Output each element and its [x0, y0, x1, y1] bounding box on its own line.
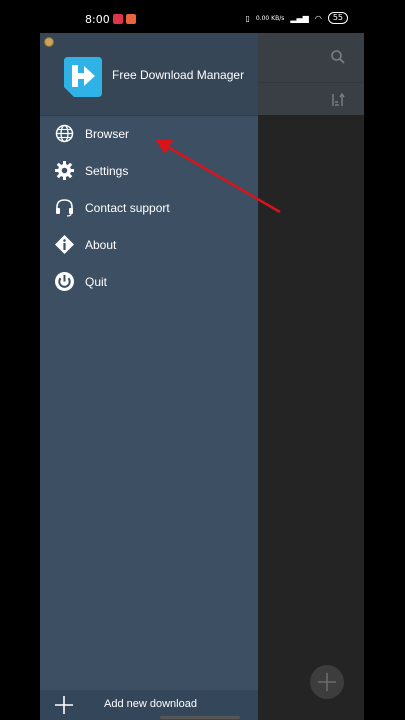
- menu-label-browser: Browser: [85, 127, 130, 141]
- drawer-menu: Browser Settings Contact support About Q…: [40, 115, 258, 300]
- wifi-icon: ◠: [314, 13, 322, 23]
- globe-icon: [55, 124, 74, 143]
- net-speed: 0.00 KB/s: [255, 14, 285, 22]
- menu-label-settings: Settings: [85, 164, 129, 178]
- plus-icon: [55, 696, 73, 714]
- navigation-drawer: Free Download Manager Browser Settings C…: [40, 33, 258, 720]
- sort-icon[interactable]: [330, 92, 346, 108]
- menu-item-quit[interactable]: Quit: [40, 263, 258, 300]
- drawer-header: Free Download Manager: [40, 33, 258, 116]
- home-indicator: [160, 716, 240, 719]
- status-bar: 8:00 ▯ 0.00 KB/s ▂▄▆ ◠ 55: [40, 0, 364, 33]
- gear-icon: [55, 161, 74, 180]
- add-fab-button[interactable]: [310, 665, 344, 699]
- notification-icon-1: [113, 14, 123, 24]
- info-icon: [55, 235, 74, 254]
- app-title: Free Download Manager: [112, 68, 245, 82]
- menu-item-browser[interactable]: Browser: [40, 115, 258, 152]
- menu-item-contact-support[interactable]: Contact support: [40, 189, 258, 226]
- menu-label-contact-support: Contact support: [85, 201, 170, 215]
- fdm-logo-icon: [64, 57, 102, 97]
- indicator-dot-icon: [44, 37, 54, 47]
- add-new-download-label: Add new download: [104, 698, 197, 710]
- status-right: ▯ 0.00 KB/s ▂▄▆ ◠ 55: [245, 12, 348, 24]
- battery-icon: 55: [327, 12, 348, 24]
- menu-label-about: About: [85, 238, 117, 252]
- menu-label-quit: Quit: [85, 275, 108, 289]
- menu-item-about[interactable]: About: [40, 226, 258, 263]
- vibrate-icon: ▯: [245, 13, 250, 23]
- menu-item-settings[interactable]: Settings: [40, 152, 258, 189]
- status-time: 8:00: [85, 13, 110, 26]
- phone-screen: 8:00 ▯ 0.00 KB/s ▂▄▆ ◠ 55 Free Download …: [40, 0, 364, 720]
- headset-icon: [56, 199, 73, 217]
- search-icon[interactable]: [330, 49, 346, 65]
- power-icon: [55, 272, 74, 291]
- notification-icon-2: [126, 14, 136, 24]
- signal-icon: ▂▄▆: [290, 13, 309, 23]
